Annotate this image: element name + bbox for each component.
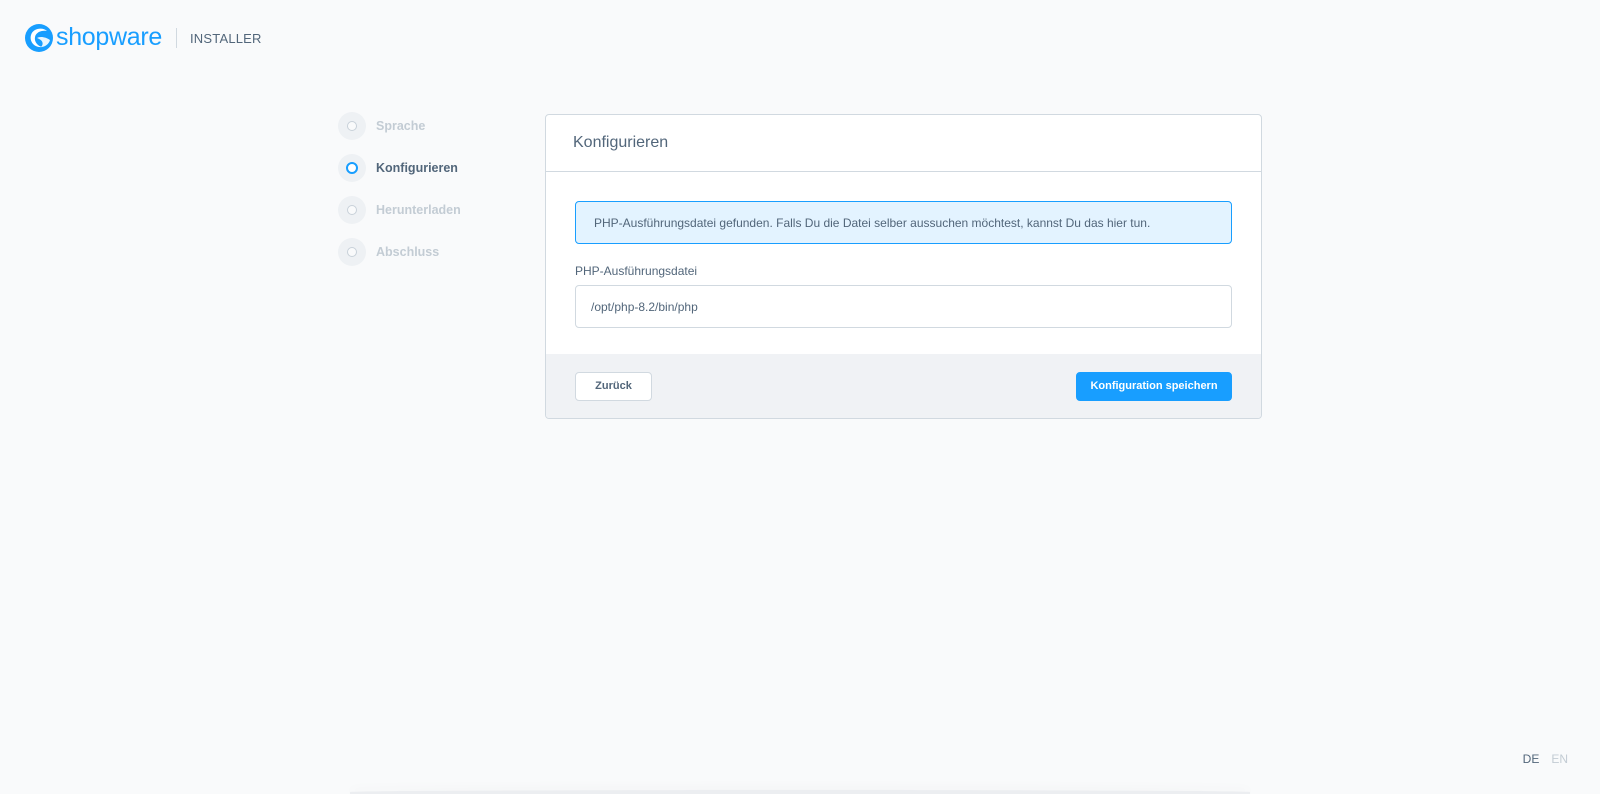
step-label: Herunterladen xyxy=(376,203,461,217)
step-sprache: Sprache xyxy=(338,112,518,140)
step-marker-icon xyxy=(338,154,366,182)
language-en-link[interactable]: EN xyxy=(1551,752,1568,766)
language-switch: DE EN xyxy=(1523,752,1568,766)
shopware-logo-icon xyxy=(25,24,53,52)
bottom-panel-edge xyxy=(350,790,1250,794)
card-body: PHP-Ausführungsdatei gefunden. Falls Du … xyxy=(546,172,1261,355)
app-header: shopware INSTALLER xyxy=(24,22,262,54)
info-alert: PHP-Ausführungsdatei gefunden. Falls Du … xyxy=(575,201,1232,244)
card-title: Konfigurieren xyxy=(573,134,669,151)
step-abschluss: Abschluss xyxy=(338,238,518,266)
brand-name: shopware xyxy=(56,23,162,51)
step-konfigurieren: Konfigurieren xyxy=(338,154,518,182)
step-marker-icon xyxy=(338,196,366,224)
step-label: Konfigurieren xyxy=(376,161,458,175)
step-herunterladen: Herunterladen xyxy=(338,196,518,224)
save-configuration-button[interactable]: Konfiguration speichern xyxy=(1076,371,1232,401)
language-de-link[interactable]: DE xyxy=(1523,752,1540,766)
php-executable-label: PHP-Ausführungsdatei xyxy=(575,264,698,278)
shopware-logo[interactable]: shopware xyxy=(24,22,162,54)
step-label: Sprache xyxy=(376,119,426,133)
step-marker-icon xyxy=(338,238,366,266)
back-button[interactable]: Zurück xyxy=(575,371,652,401)
header-divider xyxy=(176,28,177,48)
card-header: Konfigurieren xyxy=(546,115,1261,172)
card-footer: Zurück Konfiguration speichern xyxy=(546,354,1261,418)
installer-label: INSTALLER xyxy=(190,30,262,46)
installer-steps: Sprache Konfigurieren Herunterladen Absc… xyxy=(338,112,518,280)
step-marker-icon xyxy=(338,112,366,140)
php-executable-input[interactable] xyxy=(575,285,1232,328)
step-label: Abschluss xyxy=(376,245,440,259)
configuration-card: Konfigurieren PHP-Ausführungsdatei gefun… xyxy=(545,114,1262,419)
